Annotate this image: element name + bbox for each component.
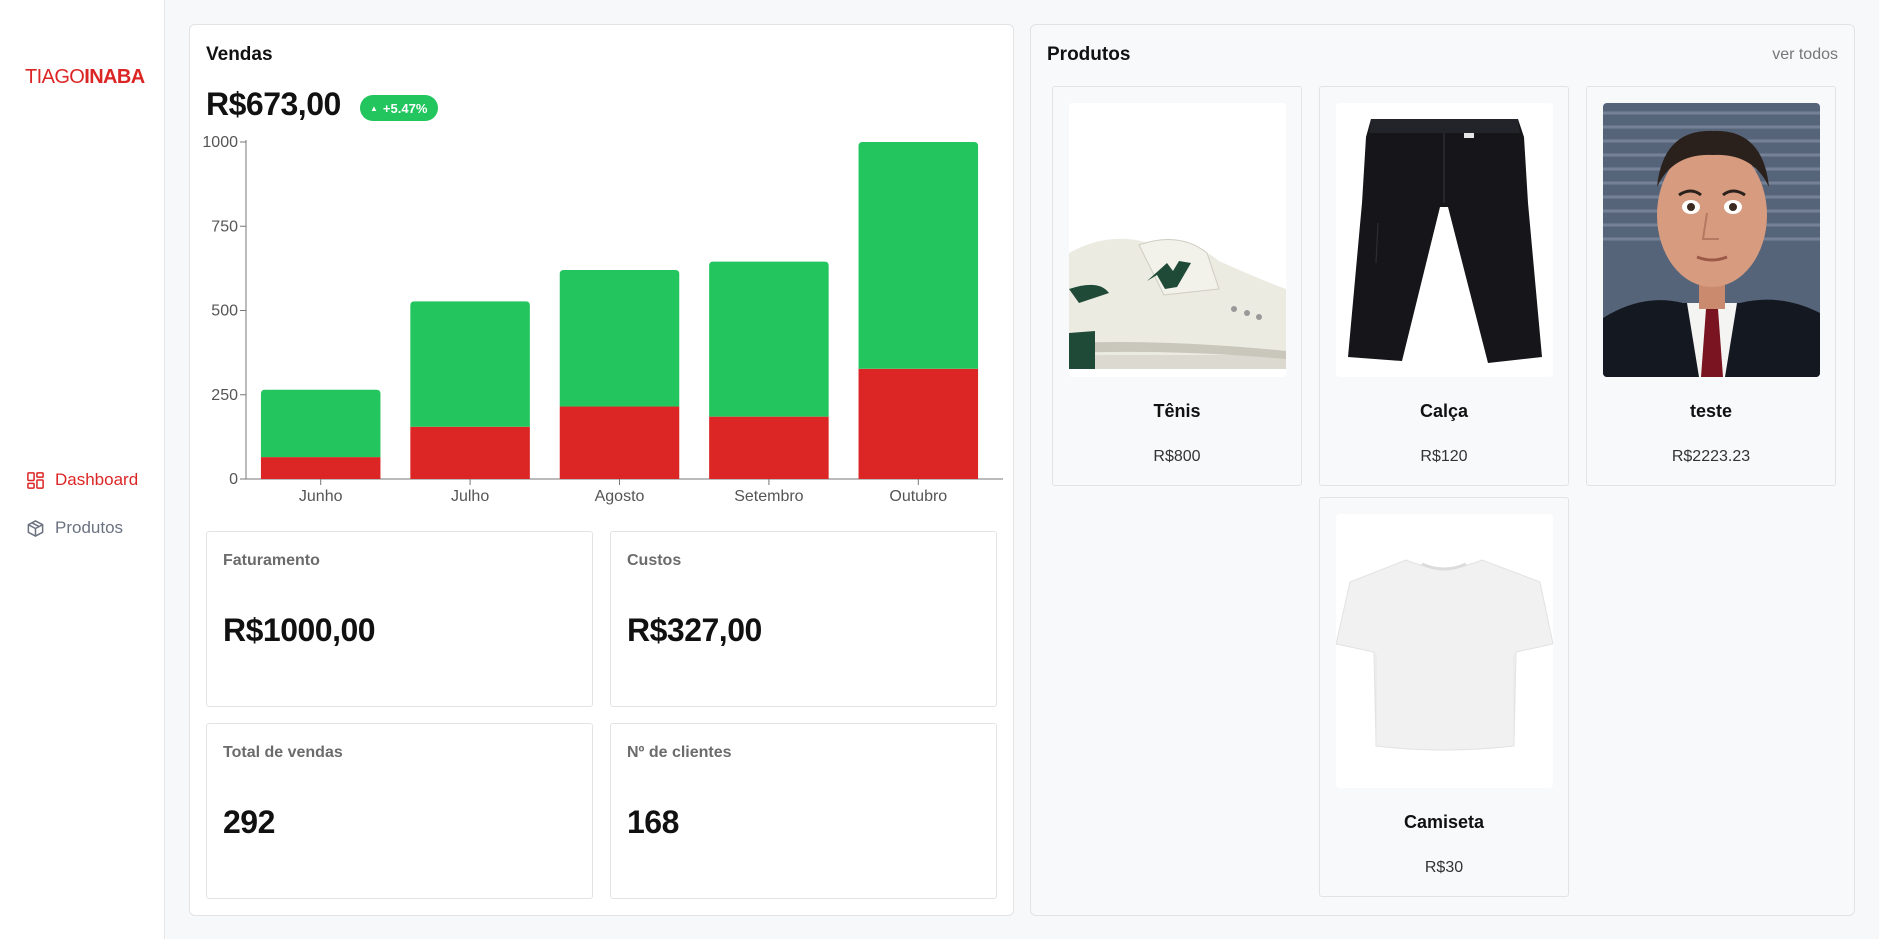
person-photo — [1603, 103, 1820, 377]
product-card[interactable]: Tênis R$800 — [1052, 86, 1302, 486]
pants-image — [1336, 103, 1553, 377]
brand-part1: TIAGO — [25, 66, 85, 88]
bar-0-4 — [858, 368, 979, 479]
bar-0-3 — [709, 416, 829, 479]
sidebar: TIAGOINABA Dashboard Produtos — [0, 0, 165, 939]
x-tick-label: Julho — [451, 488, 489, 505]
see-all-link[interactable]: ver todos — [1772, 46, 1838, 64]
y-tick-label: 750 — [211, 218, 238, 235]
sneaker-image — [1069, 103, 1286, 377]
y-tick-label: 500 — [211, 303, 238, 320]
product-name: Camiseta — [1403, 812, 1485, 832]
bar-1-0 — [260, 389, 381, 458]
product-price: R$800 — [1153, 448, 1201, 465]
stat-value: 292 — [223, 804, 275, 840]
y-tick-label: 250 — [211, 387, 238, 404]
product-card[interactable]: teste R$2223.23 — [1586, 86, 1836, 486]
stat-card-total-vendas: Total de vendas 292 — [206, 723, 593, 899]
product-card[interactable]: Camiseta R$30 — [1319, 497, 1569, 897]
product-price: R$120 — [1420, 448, 1468, 465]
y-tick-label: 0 — [229, 471, 238, 488]
bar-1-4 — [858, 142, 979, 369]
tshirt-image — [1336, 514, 1553, 788]
product-card[interactable]: Calça R$120 — [1319, 86, 1569, 486]
bar-0-2 — [559, 406, 680, 479]
package-icon — [27, 519, 44, 537]
sales-bar-chart: 0 250 500 750 1000 Junho Julho Agosto Setembro Ou… — [202, 134, 1003, 505]
sidebar-item-produtos[interactable]: Produtos — [26, 518, 123, 538]
stat-label: Custos — [627, 552, 682, 569]
bar-1-2 — [559, 270, 680, 407]
stat-value: 168 — [627, 804, 679, 840]
x-tick-label: Outubro — [889, 488, 947, 505]
x-tick-label: Setembro — [734, 488, 803, 505]
products-title: Produtos — [1047, 44, 1131, 65]
bar-1-1 — [410, 301, 530, 427]
product-name: Tênis — [1153, 401, 1201, 421]
product-name: teste — [1689, 401, 1733, 421]
stat-card-clientes: Nº de clientes 168 — [610, 723, 997, 899]
stat-value: R$1000,00 — [223, 612, 376, 648]
sidebar-item-label: Dashboard — [55, 470, 139, 489]
product-name: Calça — [1419, 401, 1469, 421]
x-tick-label: Agosto — [595, 488, 645, 505]
stat-card-faturamento: Faturamento R$1000,00 — [206, 531, 593, 707]
bar-0-0 — [260, 457, 381, 479]
stat-value: R$327,00 — [627, 612, 762, 648]
bar-0-1 — [410, 426, 530, 479]
sidebar-item-label: Produtos — [55, 518, 124, 537]
sidebar-item-dashboard[interactable]: Dashboard — [26, 470, 138, 490]
product-price: R$2223.23 — [1671, 448, 1751, 465]
brand-logo[interactable]: TIAGOINABA — [25, 66, 145, 89]
stat-label: Total de vendas — [223, 744, 343, 761]
product-price: R$30 — [1424, 859, 1464, 876]
products-card: Produtos ver todos Tênis R$800 Calça R$1… — [1030, 24, 1855, 916]
dashboard-grid-icon — [27, 471, 44, 489]
sales-card: Vendas R$673,00 ▲ +5.47% 0 250 500 750 1000 J… — [189, 24, 1014, 916]
stat-label: Nº de clientes — [627, 744, 732, 761]
stat-label: Faturamento — [223, 552, 320, 569]
y-tick-label: 1000 — [202, 134, 238, 151]
brand-part2: INABA — [84, 66, 145, 88]
bar-1-3 — [709, 261, 829, 417]
x-tick-label: Junho — [299, 488, 343, 505]
stat-card-custos: Custos R$327,00 — [610, 531, 997, 707]
